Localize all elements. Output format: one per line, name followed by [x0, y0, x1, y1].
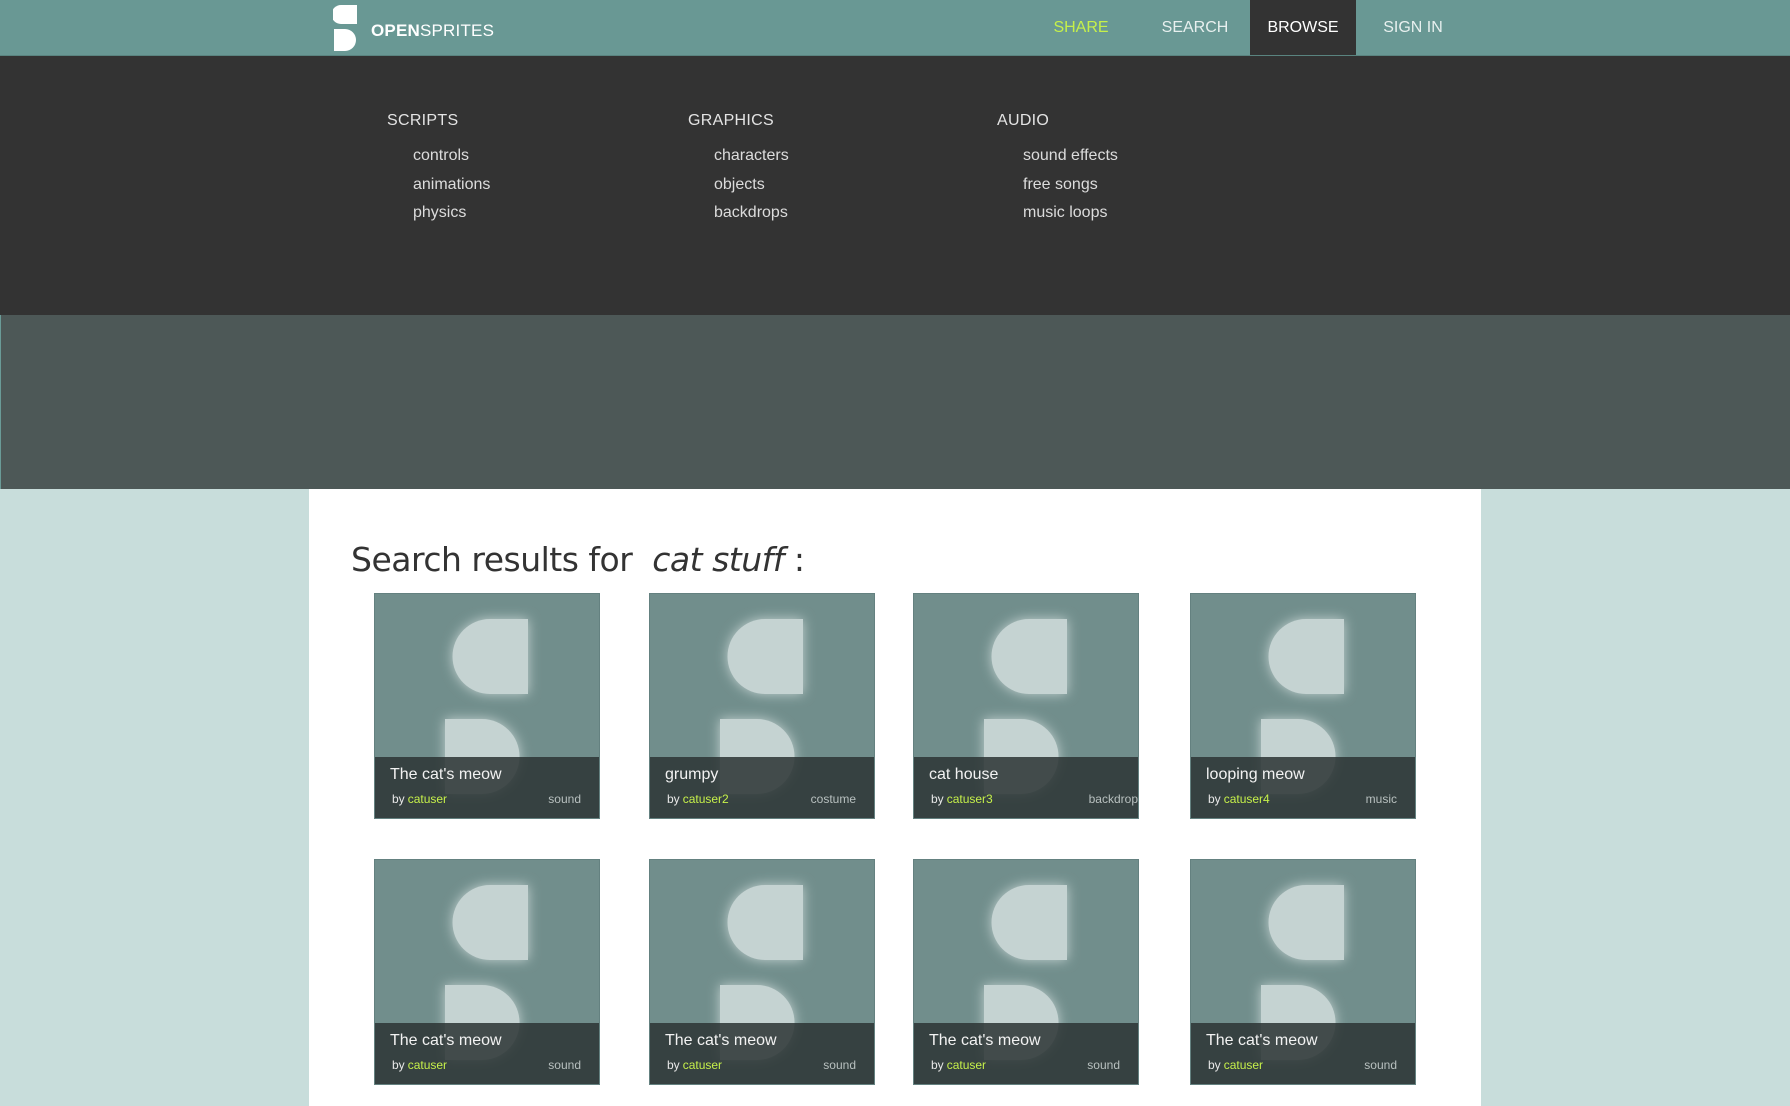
dropdown-item-backdrops[interactable]: backdrops	[714, 199, 789, 228]
page-title: Search results for cat stuff :	[351, 540, 805, 580]
card-author-link[interactable]: catuser3	[947, 792, 993, 806]
card-type-label: sound	[823, 1058, 856, 1072]
card-type-label: backdrop	[1088, 792, 1138, 806]
card-by-label: by	[667, 1058, 680, 1072]
card-by-label: by	[931, 1058, 944, 1072]
dropdown-column-audio: AUDIO sound effects free songs music loo…	[997, 112, 1118, 228]
card-info-bar: The cat's meow by catuser sound	[914, 1023, 1138, 1084]
banner	[0, 315, 1790, 489]
card-by-label: by	[667, 792, 680, 806]
card-author-link[interactable]: catuser	[683, 1058, 722, 1072]
card-by-label: by	[392, 1058, 405, 1072]
card-byline: by catuser	[392, 1058, 447, 1072]
result-card[interactable]: The cat's meow by catuser sound	[1191, 860, 1415, 1084]
card-author-link[interactable]: catuser	[408, 1058, 447, 1072]
card-byline: by catuser3	[931, 792, 993, 806]
result-card[interactable]: looping meow by catuser4 music	[1191, 594, 1415, 818]
card-title[interactable]: The cat's meow	[390, 1032, 502, 1050]
card-info-bar: The cat's meow by catuser sound	[1191, 1023, 1415, 1084]
card-type-label: music	[1365, 792, 1397, 806]
card-type-label: sound	[548, 792, 581, 806]
card-info-bar: The cat's meow by catuser sound	[375, 757, 599, 818]
result-card[interactable]: The cat's meow by catuser sound	[375, 860, 599, 1084]
title-suffix: :	[793, 540, 805, 580]
opensprites-s-logo-icon	[333, 5, 357, 51]
card-info-bar: The cat's meow by catuser sound	[650, 1023, 874, 1084]
card-info-bar: looping meow by catuser4 music	[1191, 757, 1415, 818]
dropdown-item-controls[interactable]: controls	[413, 142, 490, 171]
dropdown-item-physics[interactable]: physics	[413, 199, 490, 228]
card-by-label: by	[392, 792, 405, 806]
card-author-link[interactable]: catuser	[408, 792, 447, 806]
result-card[interactable]: cat house by catuser3 backdrop	[914, 594, 1138, 818]
card-by-label: by	[931, 792, 944, 806]
dropdown-column-graphics: GRAPHICS characters objects backdrops	[688, 112, 789, 228]
card-type-label: costume	[810, 792, 856, 806]
dropdown-item-music-loops[interactable]: music loops	[1023, 199, 1118, 228]
card-byline: by catuser4	[1208, 792, 1270, 806]
card-title[interactable]: looping meow	[1206, 766, 1305, 784]
logo-sprites-text: SPRITES	[419, 21, 495, 40]
card-byline: by catuser2	[667, 792, 729, 806]
logo-open-text: OPEN	[371, 21, 420, 40]
card-info-bar: cat house by catuser3 backdrop	[914, 757, 1138, 818]
search-query: cat stuff	[652, 540, 784, 580]
nav-browse[interactable]: BROWSE	[1250, 0, 1356, 55]
card-info-bar: The cat's meow by catuser sound	[375, 1023, 599, 1084]
card-type-label: sound	[1364, 1058, 1397, 1072]
dropdown-item-free-songs[interactable]: free songs	[1023, 171, 1118, 200]
card-title[interactable]: cat house	[929, 766, 998, 784]
card-by-label: by	[1208, 792, 1221, 806]
top-navbar: OPENSPRITES SHARE SEARCH BROWSE SIGN IN	[0, 0, 1790, 56]
card-by-label: by	[1208, 1058, 1221, 1072]
result-card[interactable]: The cat's meow by catuser sound	[914, 860, 1138, 1084]
card-title[interactable]: The cat's meow	[390, 766, 502, 784]
card-author-link[interactable]: catuser2	[683, 792, 729, 806]
nav-share[interactable]: SHARE	[1040, 0, 1122, 55]
card-type-label: sound	[1087, 1058, 1120, 1072]
dropdown-heading-scripts[interactable]: SCRIPTS	[387, 112, 490, 142]
opensprites-logo[interactable]: OPENSPRITES	[333, 4, 494, 52]
card-title[interactable]: The cat's meow	[665, 1032, 777, 1050]
dropdown-item-animations[interactable]: animations	[413, 171, 490, 200]
card-title[interactable]: The cat's meow	[929, 1032, 1041, 1050]
card-author-link[interactable]: catuser	[1224, 1058, 1263, 1072]
card-title[interactable]: grumpy	[665, 766, 718, 784]
dropdown-item-objects[interactable]: objects	[714, 171, 789, 200]
card-title[interactable]: The cat's meow	[1206, 1032, 1318, 1050]
dropdown-heading-graphics[interactable]: GRAPHICS	[688, 112, 789, 142]
card-type-label: sound	[548, 1058, 581, 1072]
dropdown-item-characters[interactable]: characters	[714, 142, 789, 171]
card-byline: by catuser	[392, 792, 447, 806]
card-byline: by catuser	[931, 1058, 986, 1072]
result-card[interactable]: The cat's meow by catuser sound	[650, 860, 874, 1084]
card-byline: by catuser	[667, 1058, 722, 1072]
nav-sign-in[interactable]: SIGN IN	[1370, 0, 1456, 55]
dropdown-heading-audio[interactable]: AUDIO	[997, 112, 1118, 142]
card-author-link[interactable]: catuser4	[1224, 792, 1270, 806]
logo-wordmark: OPENSPRITES	[371, 21, 494, 41]
card-byline: by catuser	[1208, 1058, 1263, 1072]
result-card[interactable]: grumpy by catuser2 costume	[650, 594, 874, 818]
dropdown-column-scripts: SCRIPTS controls animations physics	[387, 112, 490, 228]
card-info-bar: grumpy by catuser2 costume	[650, 757, 874, 818]
browse-dropdown-menu: SCRIPTS controls animations physics GRAP…	[0, 56, 1790, 315]
dropdown-item-sound-effects[interactable]: sound effects	[1023, 142, 1118, 171]
nav-search[interactable]: SEARCH	[1146, 0, 1244, 55]
search-results-panel: Search results for cat stuff : The cat's…	[309, 489, 1481, 1106]
result-card[interactable]: The cat's meow by catuser sound	[375, 594, 599, 818]
title-prefix: Search results for	[351, 540, 633, 580]
card-author-link[interactable]: catuser	[947, 1058, 986, 1072]
